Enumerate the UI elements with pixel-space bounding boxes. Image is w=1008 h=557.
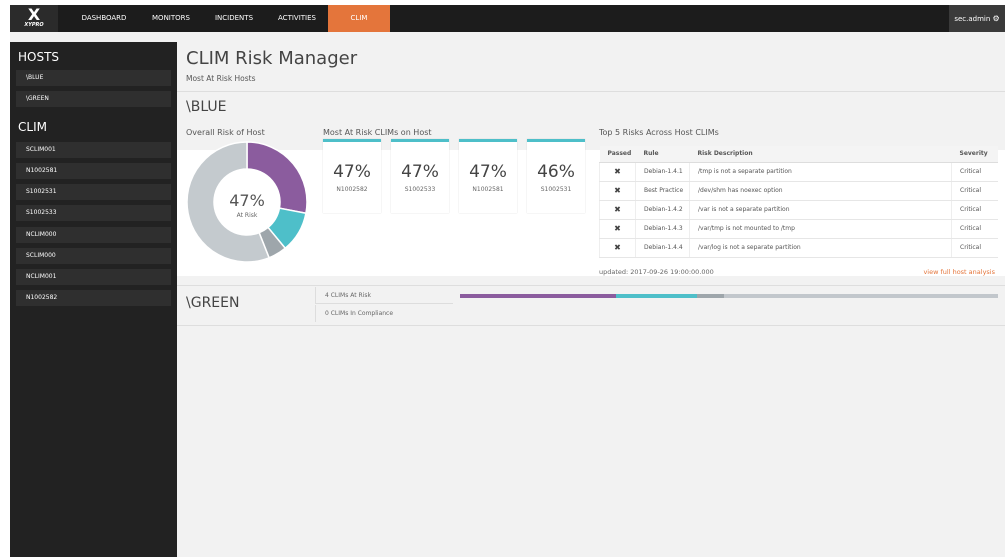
rule-cell: Debian-1.4.3	[635, 219, 690, 239]
failed-x-icon: ✖	[599, 162, 636, 182]
user-menu[interactable]: sec.admin ⚙	[949, 5, 1005, 32]
table-row[interactable]: ✖ Debian-1.4.3 /var/tmp is not mounted t…	[599, 219, 998, 239]
description-cell: /tmp is not a separate partition	[689, 162, 952, 182]
failed-x-icon: ✖	[599, 238, 636, 258]
rule-cell: Debian-1.4.1	[635, 162, 690, 182]
top-navbar: X XYPRO DASHBOARD MONITORS INCIDENTS ACT…	[10, 5, 1005, 32]
col-severity[interactable]: Severity	[951, 146, 998, 163]
sidebar-item-clim[interactable]: SCLIM001	[16, 142, 171, 158]
overall-risk-label: Overall Risk of Host	[186, 128, 265, 137]
host-title-green[interactable]: \GREEN	[186, 295, 239, 311]
top-risks-label: Top 5 Risks Across Host CLIMs	[599, 128, 719, 137]
col-passed[interactable]: Passed	[599, 146, 636, 163]
sidebar-item-clim[interactable]: S1002533	[16, 205, 171, 221]
sidebar-item-clim[interactable]: NCLIM000	[16, 227, 171, 243]
description-cell: /var/tmp is not mounted to /tmp	[689, 219, 952, 239]
clim-risk-percent: 46%	[537, 162, 575, 182]
severity-cell: Critical	[951, 219, 998, 239]
severity-cell: Critical	[951, 238, 998, 258]
clim-risk-percent: 47%	[333, 162, 371, 182]
nav-incidents[interactable]: INCIDENTS	[202, 5, 266, 32]
sidebar-item-host-green[interactable]: \GREEN	[16, 91, 171, 107]
risk-bar-segment	[723, 294, 998, 298]
sidebar-item-host-blue[interactable]: \BLUE	[16, 70, 171, 86]
sidebar-item-clim[interactable]: N1002581	[16, 163, 171, 179]
description-cell: /dev/shm has noexec option	[689, 181, 952, 201]
severity-cell: Critical	[951, 181, 998, 201]
host-row-green[interactable]	[177, 287, 1005, 325]
logo-text: XYPRO	[24, 22, 44, 28]
divider	[177, 91, 1005, 92]
sidebar-item-clim[interactable]: NCLIM001	[16, 269, 171, 285]
severity-cell: Critical	[951, 200, 998, 220]
table-header-row: Passed Rule Risk Description Severity	[599, 146, 998, 163]
app-window: X XYPRO DASHBOARD MONITORS INCIDENTS ACT…	[10, 5, 1005, 557]
clim-risk-card[interactable]: 46% S1002531	[527, 139, 585, 213]
green-risk-bar	[460, 294, 998, 298]
failed-x-icon: ✖	[599, 219, 636, 239]
donut-caption: At Risk	[237, 212, 258, 219]
xypro-logo[interactable]: X XYPRO	[10, 5, 58, 32]
table-row[interactable]: ✖ Debian-1.4.2 /var is not a separate pa…	[599, 200, 998, 220]
clims-at-risk-label: Most At Risk CLIMs on Host	[323, 128, 432, 137]
failed-x-icon: ✖	[599, 200, 636, 220]
description-cell: /var is not a separate partition	[689, 200, 952, 220]
top-risks-table: Passed Rule Risk Description Severity ✖ …	[599, 146, 998, 258]
page-subtitle: Most At Risk Hosts	[186, 74, 256, 83]
clim-id: S1002533	[404, 186, 436, 193]
description-cell: /var/log is not a separate partition	[689, 238, 952, 258]
col-risk-description[interactable]: Risk Description	[689, 146, 952, 163]
rule-cell: Best Practice	[635, 181, 690, 201]
host-title-blue[interactable]: \BLUE	[186, 99, 227, 115]
updated-timestamp: updated: 2017-09-26 19:00:00.000	[599, 268, 714, 276]
view-full-host-analysis-link[interactable]: view full host analysis	[923, 268, 995, 276]
failed-x-icon: ✖	[599, 181, 636, 201]
clim-risk-percent: 47%	[469, 162, 507, 182]
divider	[177, 285, 1005, 286]
rule-cell: Debian-1.4.4	[635, 238, 690, 258]
clim-risk-card[interactable]: 47% N1002581	[459, 139, 517, 213]
sidebar-item-clim[interactable]: SCLIM000	[16, 248, 171, 264]
severity-cell: Critical	[951, 162, 998, 182]
nav-activities[interactable]: ACTIVITIES	[266, 5, 328, 32]
clim-id: N1002582	[336, 186, 368, 193]
clim-id: S1002531	[540, 186, 572, 193]
sidebar: HOSTS \BLUE \GREEN CLIM SCLIM001 N100258…	[10, 42, 177, 557]
table-row[interactable]: ✖ Debian-1.4.1 /tmp is not a separate pa…	[599, 162, 998, 182]
sidebar-clim-title: CLIM	[18, 120, 47, 134]
risk-bar-segment	[696, 294, 724, 298]
sidebar-item-clim[interactable]: S1002531	[16, 184, 171, 200]
rule-cell: Debian-1.4.2	[635, 200, 690, 220]
risk-bar-segment	[460, 294, 617, 298]
table-row[interactable]: ✖ Best Practice /dev/shm has noexec opti…	[599, 181, 998, 201]
clim-id: N1002581	[472, 186, 504, 193]
donut-percent: 47%	[229, 191, 265, 210]
sidebar-item-clim[interactable]: N1002582	[16, 290, 171, 306]
sidebar-hosts-title: HOSTS	[18, 50, 60, 64]
risk-bar-segment	[616, 294, 697, 298]
clim-risk-percent: 47%	[401, 162, 439, 182]
nav-clim[interactable]: CLIM	[328, 5, 390, 32]
clim-risk-card[interactable]: 47% N1002582	[323, 139, 381, 213]
page-title: CLIM Risk Manager	[186, 48, 358, 69]
gear-icon: ⚙	[992, 14, 1000, 23]
user-name: sec.admin	[954, 15, 991, 23]
divider	[177, 325, 1005, 326]
clims-in-compliance-count: 0 CLIMs In Compliance	[315, 305, 453, 322]
clim-risk-card[interactable]: 47% S1002533	[391, 139, 449, 213]
col-rule[interactable]: Rule	[635, 146, 690, 163]
nav-monitors[interactable]: MONITORS	[140, 5, 202, 32]
table-row[interactable]: ✖ Debian-1.4.4 /var/log is not a separat…	[599, 238, 998, 258]
nav-dashboard[interactable]: DASHBOARD	[68, 5, 140, 32]
host-risk-donut: 47% At Risk	[186, 141, 308, 263]
clims-at-risk-count: 4 CLIMs At Risk	[315, 287, 453, 304]
main-content: CLIM Risk Manager Most At Risk Hosts \BL…	[177, 42, 1005, 557]
logo-mark: X	[27, 5, 41, 24]
